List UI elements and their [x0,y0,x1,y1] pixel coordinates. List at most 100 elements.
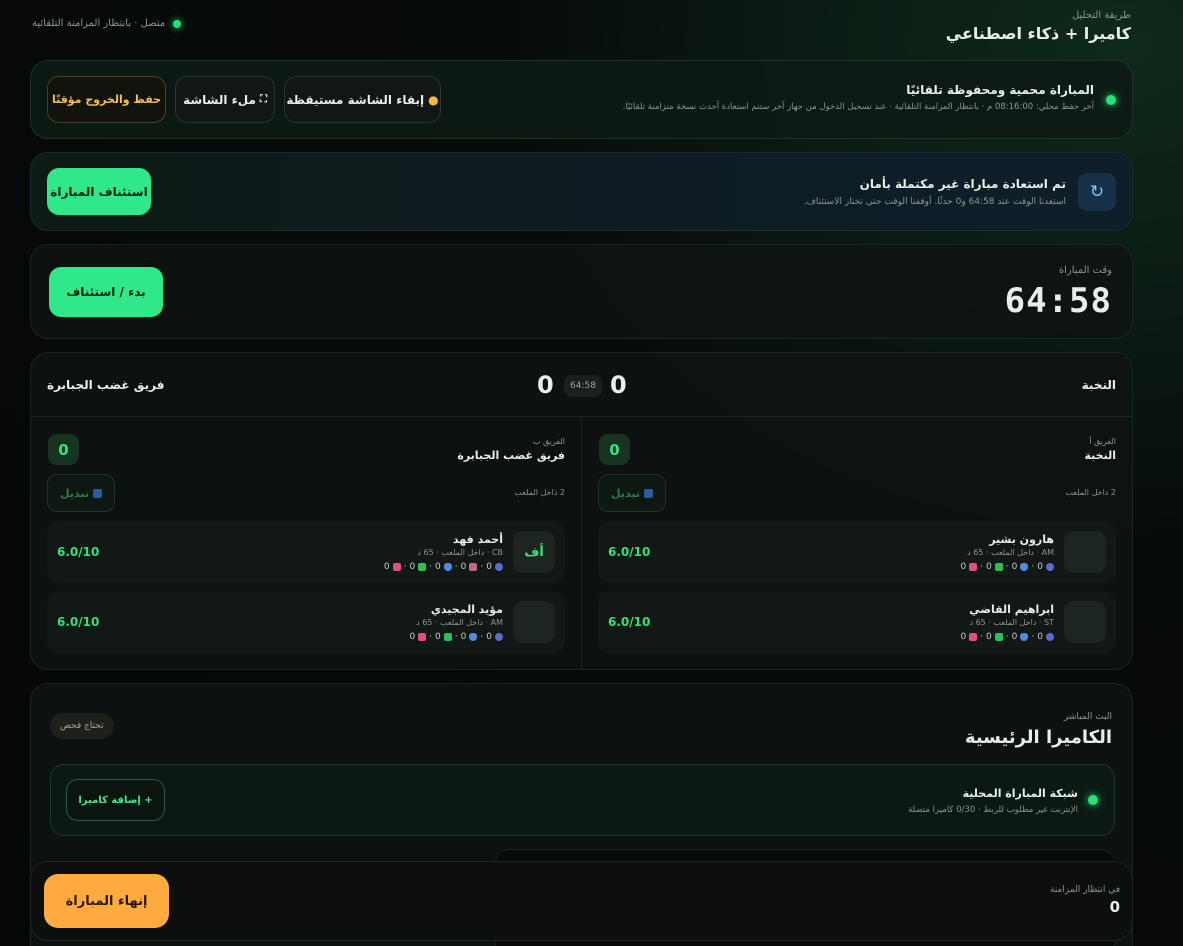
player-rating: 6.0/10 [57,615,100,629]
player-rating: 6.0/10 [57,545,100,559]
player-stats: 0 · 0 · 0 · 0 [960,632,1054,642]
connection-status: متصل · بانتظار المزامنة التلقائية [32,18,182,29]
pending-sync-value: 0 [1109,898,1120,916]
bottom-bar: في انتظار المزامنة 0 إنهاء المباراة [30,861,1133,941]
stat-value: 0 [1011,562,1018,572]
player-rating: 6.0/10 [608,615,651,629]
player-meta: ST · داخل الملعب · 65 د [969,618,1054,627]
scoreboard-time: 64:58 [564,375,602,397]
live-label: البث المباشر [1063,712,1112,722]
local-network-panel: شبكة المباراة المحلية الإنترنت غير مطلوب… [50,764,1115,836]
stat-value: 0 [409,632,416,642]
ball-icon [1046,563,1054,571]
autosave-title: المباراة محمية ومحفوظة تلقائيًا [906,83,1094,97]
ball-icon [1046,633,1054,641]
warning-icon [969,633,978,641]
save-exit-button[interactable]: حفظ والخروج مؤقتًا [47,76,166,123]
stat-value: 0 [960,632,967,642]
end-match-button[interactable]: إنهاء المباراة [44,874,169,928]
check-icon [418,563,427,571]
keep-awake-button[interactable]: ● إبقاء الشاشة مستيقظة [284,76,441,123]
player-card[interactable]: أف أحمد فهد CB · داخل الملعب · 65 د 0 · 0… [47,521,565,583]
sun-icon: ● [428,92,439,107]
player-meta: CB · داخل الملعب · 65 د [417,548,503,557]
team-b-substitute-button[interactable]: تبديل [47,474,115,512]
stat-value: 0 [460,562,467,572]
stat-value: 0 [986,562,992,572]
network-dot-icon [1088,795,1098,805]
network-title: شبكة المباراة المحلية [962,787,1078,800]
restore-desc: استعدنا الوقت عند 64:58 و0 حدثًا. أوقفنا… [803,197,1066,207]
team-b-score: 0 [48,434,79,465]
team-b-on-field: 2 داخل الملعب [514,488,565,497]
scoreboard-team-b: فريق غضب الجبابرة [47,378,165,392]
fullscreen-button[interactable]: ⛶ ملء الشاشة [175,76,275,123]
match-timer: 64:58 [1004,281,1112,321]
player-stats: 0 · 0 · 0 · 0 [409,632,503,642]
team-a-name: النخبة [1084,449,1116,462]
ball-icon [495,633,503,641]
team-a-substitute-label: تبديل [611,486,640,500]
avatar [1064,601,1106,643]
fullscreen-label: ملء الشاشة [183,92,256,107]
check-icon [443,633,452,641]
player-rating: 6.0/10 [608,545,651,559]
player-name: أحمد فهد [452,533,503,546]
network-desc: الإنترنت غير مطلوب للربط · 0/30 كاميرا م… [908,805,1078,815]
team-b-header: الفريق ب فريق غضب الجبابرة [457,437,565,462]
player-meta: AM · داخل الملعب · 65 د [416,618,503,627]
analysis-mode-value: كاميرا + ذكاء اصطناعي [945,24,1131,43]
add-camera-button[interactable]: + إضافة كاميرا [66,779,165,821]
resume-match-button[interactable]: استئناف المباراة [47,168,151,215]
shield-icon [443,563,452,571]
start-resume-button[interactable]: بدء / استئناف [49,267,163,317]
player-card[interactable]: هارون بشير AM · داخل الملعب · 65 د 0 · 0 ·… [598,521,1116,583]
refresh-icon: ↻ [1078,173,1116,211]
teams-divider [581,416,582,669]
autosave-dot-icon [1106,95,1116,105]
stat-value: 0 [1037,562,1043,572]
team-b-name: فريق غضب الجبابرة [457,449,565,462]
restore-card: ↻ تم استعادة مباراة غير مكتملة بأمان است… [30,152,1133,231]
stat-value: 0 [435,632,441,642]
player-stats: 0 · 0 · 0 · 0 · 0 [384,562,503,572]
avatar [513,601,555,643]
stat-value: 0 [986,632,992,642]
timer-card: وقت المباراة 64:58 بدء / استئناف [30,244,1133,339]
stat-value: 0 [486,562,492,572]
warning-icon [969,563,978,571]
autosave-card: المباراة محمية ومحفوظة تلقائيًا آخر حفظ … [30,60,1133,139]
team-a-tag: الفريق أ [1089,437,1116,446]
avatar [1064,531,1106,573]
avatar: أف [513,531,555,573]
team-b-substitute-label: تبديل [60,486,89,500]
team-a-on-field: 2 داخل الملعب [1065,488,1116,497]
player-meta: AM · داخل الملعب · 65 د [967,548,1054,557]
player-card[interactable]: مؤيد المجيدي AM · داخل الملعب · 65 د 0 · … [47,591,565,653]
stat-value: 0 [960,562,967,572]
status-dot-icon [173,19,182,28]
stat-value: 0 [460,632,467,642]
warning-icon [392,563,401,571]
shield-icon [469,633,478,641]
connection-status-text: متصل · بانتظار المزامنة التلقائية [32,18,166,29]
player-name: ابراهيم القاضي [969,603,1054,616]
team-b-tag: الفريق ب [532,437,565,446]
fullscreen-icon: ⛶ [259,94,267,105]
goal-icon [469,563,478,571]
analysis-mode: طريقة التحليل كاميرا + ذكاء اصطناعي [946,10,1131,43]
player-name: مؤيد المجيدي [430,603,503,616]
player-card[interactable]: ابراهيم القاضي ST · داخل الملعب · 65 د 0… [598,591,1116,653]
score-team-a: 0 [610,371,627,399]
swap-icon [92,488,102,498]
scoreboard-team-a: النخبة [1081,378,1116,392]
shield-icon [1020,633,1029,641]
restore-title: تم استعادة مباراة غير مكتملة بأمان [859,177,1066,191]
stat-value: 0 [1011,632,1018,642]
camera-title: الكاميرا الرئيسية [964,727,1112,748]
shield-icon [1020,563,1029,571]
ball-icon [495,563,503,571]
stat-value: 0 [383,562,390,572]
team-a-score: 0 [599,434,630,465]
team-a-substitute-button[interactable]: تبديل [598,474,666,512]
